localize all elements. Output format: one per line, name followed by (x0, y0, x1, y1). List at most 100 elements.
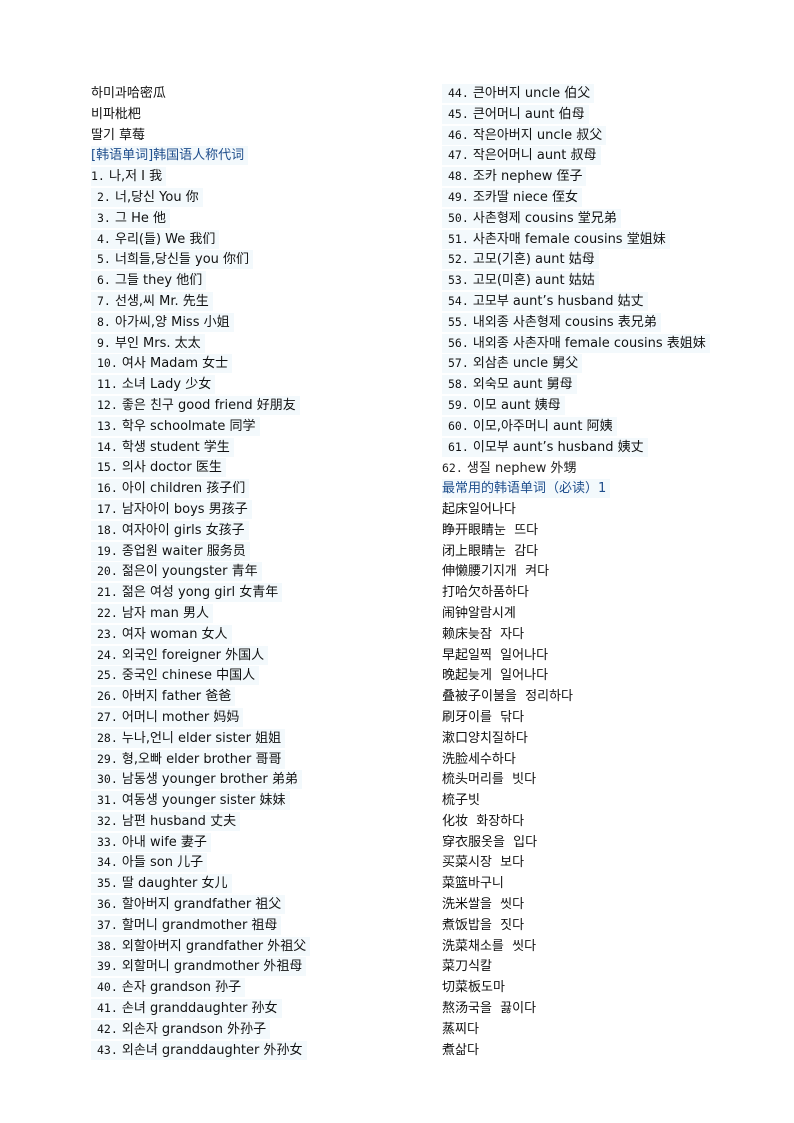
item-text: 내외종 사촌자매 female cousins 表姐妹 (472, 335, 706, 351)
item-text: 남자 man 男人 (121, 605, 209, 621)
highlighted-entry: 15. 의사 doctor 医生 (91, 458, 226, 478)
item-text: 조카 nephew 侄子 (472, 169, 583, 185)
list-item: 20. 젊은이 youngster 青年 (91, 562, 431, 583)
item-number: 2. (97, 189, 111, 204)
phrase-item: 叠被子이불을 정리하다 (442, 689, 573, 705)
list-item: 17. 남자아이 boys 男孩子 (91, 499, 431, 521)
list-item: 19. 종업원 waiter 服务员 (91, 541, 431, 563)
list-item: 25. 중국인 chinese 中国人 (91, 666, 431, 687)
phrase-item: 早起일찍 일어나다 (442, 647, 549, 663)
highlighted-entry: 11. 소녀 Lady 少女 (91, 375, 216, 395)
list-item: 33. 아내 wife 妻子 (91, 832, 431, 854)
highlighted-entry: 39. 외할머니 grandmother 外祖母 (91, 957, 307, 977)
list-item: 31. 여동생 younger sister 妹妹 (91, 791, 431, 812)
list-item: 50. 사촌형제 cousins 堂兄弟 (442, 208, 772, 230)
item-text: 아버지 father 爸爸 (121, 689, 232, 705)
item-number: 19. (97, 543, 118, 558)
item-text: 이모 aunt 姨母 (472, 397, 561, 413)
item-number: 51. (448, 231, 469, 246)
item-text: 이모부 aunt’s husband 姨丈 (472, 439, 644, 455)
item-number: 4. (97, 231, 111, 246)
item-text: 이모,아주머니 aunt 阿姨 (472, 418, 613, 434)
highlighted-entry: 61. 이모부 aunt’s husband 姨丈 (442, 437, 648, 457)
item-number: 12. (97, 397, 118, 412)
highlighted-entry: 33. 아내 wife 妻子 (91, 832, 211, 852)
phrase-item: 伸懒腰기지개 켜다 (442, 564, 550, 580)
list-item: 21. 젊은 여성 yong girl 女青年 (91, 583, 431, 604)
item-number: 49. (448, 189, 469, 204)
item-number: 6. (97, 273, 111, 288)
list-item: 27. 어머니 mother 妈妈 (91, 707, 431, 729)
item-text: 누나,언니 elder sister 姐姐 (121, 730, 282, 746)
phrase-item: 洗菜채소를 씻다 (442, 938, 537, 954)
item-number: 40. (97, 980, 118, 995)
highlighted-entry: 27. 어머니 mother 妈妈 (91, 707, 244, 727)
left-column: 하미과哈密瓜 비파枇杷 딸기 草莓 [韩语单词]韩国语人称代词 1. 나,저 I… (91, 84, 431, 1061)
highlighted-entry: 46. 작은아버지 uncle 叔父 (442, 125, 607, 145)
item-number: 27. (97, 709, 118, 724)
item-number: 26. (97, 689, 118, 704)
list-item: 46. 작은아버지 uncle 叔父 (442, 125, 772, 147)
list-item: 3. 그 He 他 (91, 208, 431, 230)
list-item: 13. 학우 schoolmate 同学 (91, 416, 431, 438)
item-number: 8. (97, 314, 111, 329)
item-text: 여자아이 girls 女孩子 (121, 522, 245, 538)
item-number: 52. (448, 252, 469, 267)
list-item: 57. 외삼촌 uncle 舅父 (442, 354, 772, 375)
item-text: 여동생 younger sister 妹妹 (121, 793, 286, 809)
highlighted-entry: 6. 그들 they 他们 (91, 271, 207, 291)
phrase-item: 蒸찌다 (442, 1021, 479, 1037)
highlighted-entry: 32. 남편 husband 丈夫 (91, 811, 241, 831)
highlighted-entry: 59. 이모 aunt 姨母 (442, 395, 565, 415)
item-text: 그들 they 他们 (115, 273, 203, 289)
list-item: 37. 할머니 grandmother 祖母 (91, 915, 431, 937)
highlighted-entry: 60. 이모,아주머니 aunt 阿姨 (442, 416, 617, 436)
list-item: 30. 남동생 younger brother 弟弟 (91, 770, 431, 791)
item-text: 외손녀 granddaughter 外孙女 (121, 1042, 303, 1058)
item-text: 생질 nephew 外甥 (466, 461, 577, 477)
list-item: 26. 아버지 father 爸爸 (91, 687, 431, 708)
item-number: 37. (97, 917, 118, 932)
highlighted-entry: 51. 사촌자매 female cousins 堂姐妹 (442, 229, 670, 249)
item-text: 고모(미혼) aunt 姑姑 (472, 273, 595, 289)
item-text: 아들 son 儿子 (121, 855, 204, 871)
list-item: 1. 나,저 I 我 (91, 167, 431, 188)
item-text: 외할아버지 grandfather 外祖父 (121, 938, 307, 954)
item-number: 14. (97, 439, 118, 454)
highlighted-entry: 14. 학생 student 学生 (91, 437, 234, 457)
highlighted-entry: 42. 외손자 grandson 外孙子 (91, 1019, 271, 1039)
item-text: 소녀 Lady 少女 (121, 377, 212, 393)
item-number: 43. (97, 1042, 118, 1057)
item-text: 딸 daughter 女儿 (121, 876, 228, 892)
list-item: 22. 남자 man 男人 (91, 603, 431, 625)
highlighted-entry: 20. 젊은이 youngster 青年 (91, 562, 262, 582)
list-item: 28. 누나,언니 elder sister 姐姐 (91, 728, 431, 750)
phrase-item: 漱口양치질하다 (442, 730, 528, 746)
intro-line: 하미과哈密瓜 (91, 86, 166, 101)
item-number: 23. (97, 626, 118, 641)
list-item: 61. 이모부 aunt’s husband 姨丈 (442, 437, 772, 459)
list-item: 55. 내외종 사촌형제 cousins 表兄弟 (442, 312, 772, 334)
highlighted-entry: 35. 딸 daughter 女儿 (91, 874, 232, 894)
list-item: 7. 선생,씨 Mr. 先生 (91, 291, 431, 313)
list-item: 43. 외손녀 granddaughter 外孙女 (91, 1040, 431, 1062)
item-text: 아이 children 孩子们 (121, 481, 246, 497)
phrase-item: 穿衣服옷을 입다 (442, 834, 538, 850)
item-number: 34. (97, 855, 118, 870)
list-item: 52. 고모(기혼) aunt 姑母 (442, 250, 772, 271)
list-item: 12. 좋은 친구 good friend 好朋友 (91, 395, 431, 417)
item-number: 13. (97, 418, 118, 433)
item-number: 15. (97, 460, 118, 475)
highlighted-entry: 50. 사촌형제 cousins 堂兄弟 (442, 208, 621, 228)
item-number: 56. (448, 335, 469, 350)
list-item: 24. 외국인 foreigner 外国人 (91, 645, 431, 667)
item-text: 중국인 chinese 中国人 (121, 668, 256, 684)
list-item: 38. 외할아버지 grandfather 外祖父 (91, 936, 431, 958)
item-number: 42. (97, 1021, 118, 1036)
item-text: 너,당신 You 你 (115, 189, 199, 205)
highlighted-entry: 23. 여자 woman 女人 (91, 624, 232, 644)
item-text: 외할머니 grandmother 外祖母 (121, 959, 303, 975)
highlighted-entry: 28. 누나,언니 elder sister 姐姐 (91, 728, 286, 748)
item-text: 외삼촌 uncle 舅父 (472, 356, 579, 372)
highlighted-entry: 58. 외숙모 aunt 舅母 (442, 375, 577, 395)
